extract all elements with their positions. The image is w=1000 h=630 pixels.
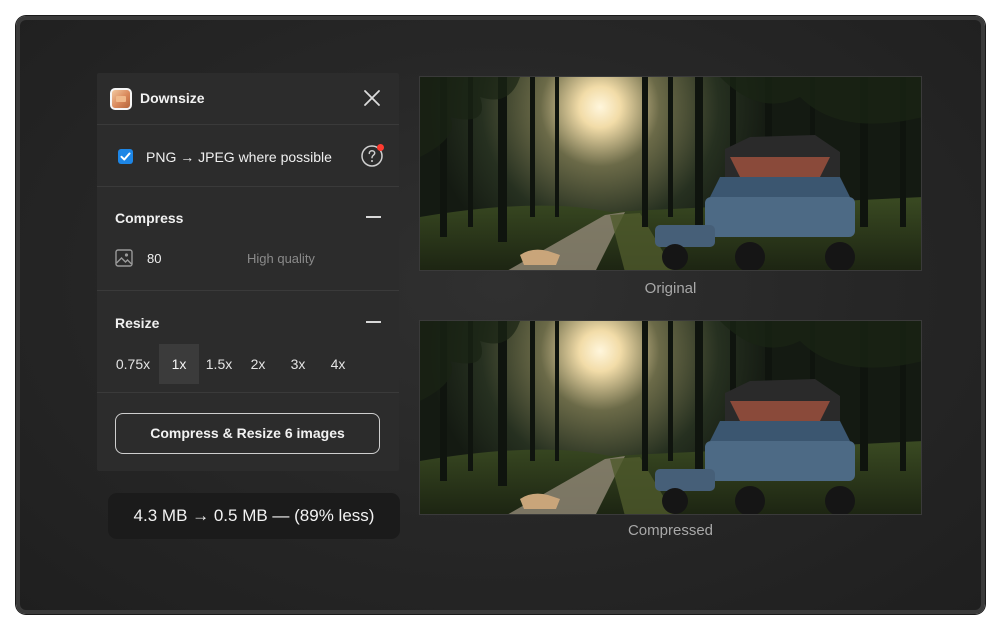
scale-option-2x[interactable]: 2x [243, 344, 273, 384]
scale-option-4x[interactable]: 4x [323, 344, 353, 384]
image-icon [115, 249, 133, 267]
close-icon [364, 90, 380, 106]
app-title: Downsize [140, 90, 205, 106]
close-button[interactable] [363, 89, 381, 107]
convert-checkbox[interactable] [118, 149, 133, 164]
compressed-caption: Compressed [627, 522, 714, 539]
compress-title: Compress [115, 210, 184, 226]
convert-section: PNG → JPEG where possible [97, 125, 399, 187]
package-icon [110, 88, 132, 110]
compressed-preview-image [419, 320, 922, 515]
resize-section: Resize 0.75x 1x 1.5x 2x 3x 4x [97, 291, 399, 393]
panel-header: Downsize [97, 73, 399, 125]
quality-label: High quality [247, 251, 315, 266]
resize-collapse-button[interactable] [366, 321, 381, 323]
notification-dot [377, 144, 384, 151]
resize-title: Resize [115, 315, 160, 331]
scale-option-1-5x[interactable]: 1.5x [201, 344, 237, 384]
quality-input[interactable]: 80 [147, 251, 161, 266]
help-button[interactable] [360, 144, 384, 168]
compress-section: Compress 80 High quality [97, 187, 399, 291]
original-caption: Original [644, 280, 697, 297]
plugin-panel: Downsize PNG → JPEG where possible Compr… [97, 73, 399, 471]
compress-resize-button[interactable]: Compress & Resize 6 images [115, 413, 380, 454]
scale-option-3x[interactable]: 3x [283, 344, 313, 384]
size-summary: 4.3 MB → 0.5 MB — (89% less) [108, 493, 400, 539]
scale-option-1x[interactable]: 1x [159, 344, 199, 384]
action-section: Compress & Resize 6 images [97, 393, 399, 471]
compress-collapse-button[interactable] [366, 216, 381, 218]
scale-option-0-75x[interactable]: 0.75x [115, 344, 151, 384]
original-preview-image [419, 76, 922, 271]
convert-label: PNG → JPEG where possible [146, 149, 332, 165]
checkmark-icon [120, 152, 131, 161]
